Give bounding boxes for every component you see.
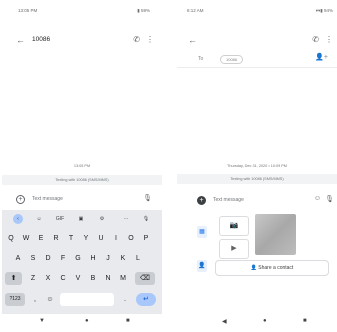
nav-recents-icon[interactable]: ■ [303,318,307,324]
nav-home-icon[interactable]: ● [263,318,267,324]
app-bar: ← ✆ ⋮ [177,34,337,48]
collapse-toolbar-icon[interactable]: ‹ [13,214,23,224]
key-c[interactable]: C [56,272,70,285]
key-row-3: ⬆ Z X C V B N M ⌫ [2,272,162,286]
symbols-key[interactable]: ?123 [5,293,25,306]
phone-icon[interactable]: ✆ [133,34,140,46]
key-a[interactable]: A [11,252,25,265]
camera-icon[interactable]: 📷 [219,216,249,236]
message-timestamp: Thursday, Dec 31, 2020 • 10:09 PM [227,164,287,168]
video-icon[interactable]: ▶ [219,239,249,259]
key-q[interactable]: Q [4,232,18,245]
nav-recents-icon[interactable]: ■ [126,318,130,324]
key-u[interactable]: U [94,232,108,245]
share-contact-button[interactable]: 👤 Share a contact [215,260,329,276]
more-options-icon[interactable]: ··· [120,214,132,224]
keyboard-toolbar: ‹ ☺ GIF ▣ ⚙ ··· 🎙 [2,213,162,225]
system-nav-bar: ▼ ● ■ [2,318,162,330]
key-y[interactable]: Y [79,232,93,245]
back-arrow-icon[interactable]: ← [16,34,25,46]
key-n[interactable]: N [101,272,115,285]
app-bar: ← 10086 ✆ ⋮ [2,34,162,48]
key-h[interactable]: H [86,252,100,265]
more-vert-icon[interactable]: ⋮ [325,34,333,46]
key-row-2: A S D F G H J K L [2,252,162,266]
emoji-key[interactable]: ☺ [43,293,57,306]
key-k[interactable]: K [116,252,130,265]
key-p[interactable]: P [139,232,153,245]
conversation-title: 10086 [32,36,51,43]
key-row-1: Q W E R T Y U I O P [2,232,162,246]
key-j[interactable]: J [101,252,115,265]
key-o[interactable]: O [124,232,138,245]
key-z[interactable]: Z [26,272,40,285]
key-w[interactable]: W [19,232,33,245]
nav-home-icon[interactable]: ● [85,318,89,324]
status-bar: 13:05 PM ▮ 59% [2,7,162,15]
contact-icon[interactable]: 👤 [197,260,207,272]
system-nav-bar: ◀ ● ■ [177,318,337,330]
compose-bar: + Text message ☺ 🎙 [177,193,337,209]
space-bar[interactable] [60,293,114,306]
battery-icon: ▮ 59% [137,8,150,13]
right-screen: 6:12 AM ▾▾▮ 94% ← ✆ ⋮ To 10086 👤+ Thursd… [177,0,337,332]
mic-icon[interactable]: 🎙 [143,194,152,202]
emoji-icon[interactable]: ☺ [314,195,321,202]
key-i[interactable]: I [109,232,123,245]
mic-icon[interactable]: 🎙 [325,195,334,203]
enter-key[interactable]: ↵ [136,293,156,306]
gallery-icon[interactable]: ▦ [197,226,207,238]
nav-back-icon[interactable]: ▼ [39,318,45,324]
backspace-key[interactable]: ⌫ [135,272,155,285]
battery-icon: ▾▾▮ 94% [315,8,333,13]
texting-banner: Texting with 10086 (SMS/MMS) [2,175,162,185]
compose-bar: + Text message 🎙 [2,192,162,208]
back-arrow-icon[interactable]: ← [188,34,197,46]
nav-back-icon[interactable]: ◀ [222,318,227,325]
sticker-icon[interactable]: ☺ [33,214,45,224]
settings-icon[interactable]: ⚙ [96,214,108,224]
key-row-4: ?123 , ☺ . ↵ [2,293,162,307]
key-f[interactable]: F [56,252,70,265]
message-timestamp: 13:05 PM [73,164,91,168]
period-key[interactable]: . [118,293,132,306]
add-attachment-icon[interactable]: + [16,195,25,204]
key-b[interactable]: B [86,272,100,285]
left-screen: 13:05 PM ▮ 59% ← 10086 ✆ ⋮ 13:05 PM Text… [2,0,162,332]
clipboard-icon[interactable]: ▣ [75,214,87,224]
key-x[interactable]: X [41,272,55,285]
key-v[interactable]: V [71,272,85,285]
comma-key[interactable]: , [28,293,42,306]
gif-button[interactable]: GIF [54,214,66,224]
gallery-photo-thumbnail[interactable] [255,214,296,255]
status-time: 13:05 PM [18,8,38,13]
key-e[interactable]: E [34,232,48,245]
attachment-panel: ▦ 📷 ▶ 👤 👤 Share a contact [177,210,337,278]
key-s[interactable]: S [26,252,40,265]
voice-input-icon[interactable]: 🎙 [140,214,152,224]
text-message-input[interactable]: Text message [213,197,244,203]
status-bar: 6:12 AM ▾▾▮ 94% [177,7,337,15]
key-m[interactable]: M [116,272,130,285]
texting-banner: Texting with 10086 (SMS/MMS) [177,174,337,184]
status-time: 6:12 AM [187,8,204,13]
keyboard: ‹ ☺ GIF ▣ ⚙ ··· 🎙 Q W E R T Y U I O P A … [2,210,162,314]
key-l[interactable]: L [131,252,145,265]
key-g[interactable]: G [71,252,85,265]
key-d[interactable]: D [41,252,55,265]
more-vert-icon[interactable]: ⋮ [146,34,154,46]
phone-icon[interactable]: ✆ [312,34,319,46]
key-r[interactable]: R [49,232,63,245]
add-person-icon[interactable]: 👤+ [315,53,328,61]
add-attachment-icon[interactable]: + [197,196,206,205]
to-label: To [198,56,204,62]
recipient-row: To 10086 👤+ [177,52,337,68]
text-message-input[interactable]: Text message [32,196,63,202]
shift-key[interactable]: ⬆ [5,272,22,285]
recipient-chip[interactable]: 10086 [220,55,244,64]
key-t[interactable]: T [64,232,78,245]
